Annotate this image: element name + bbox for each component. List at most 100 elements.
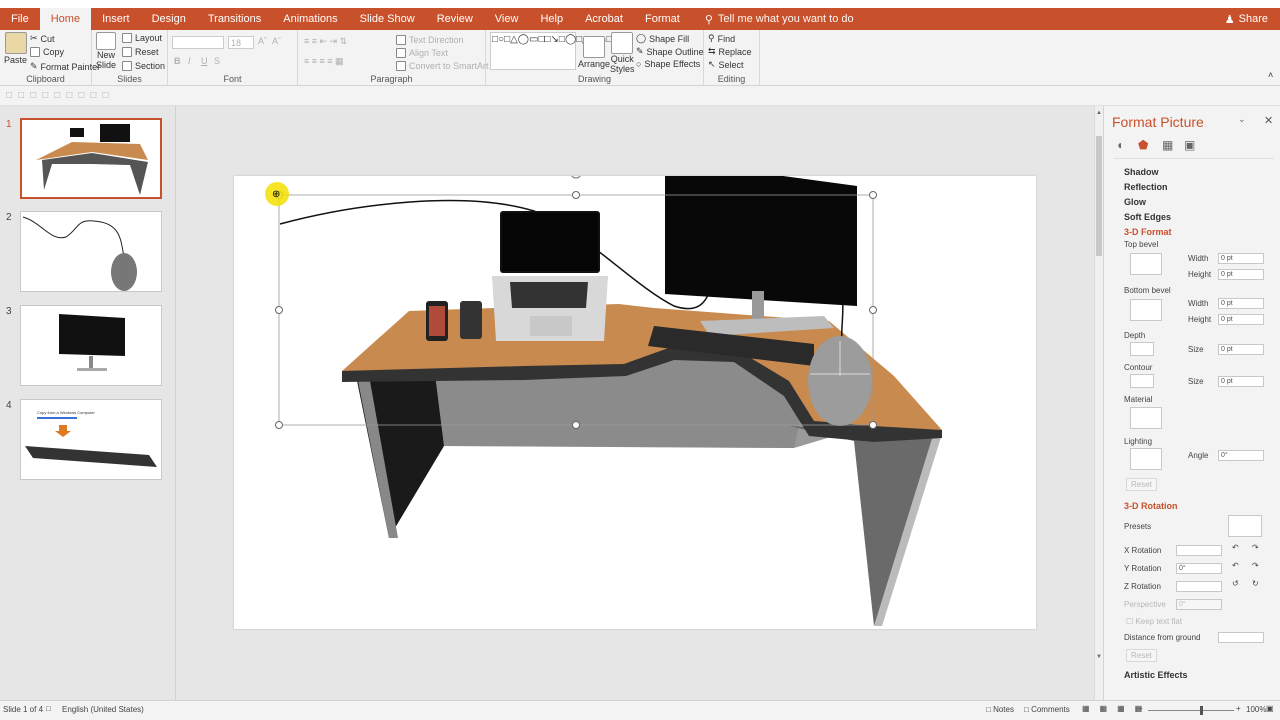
tab-slide-show[interactable]: Slide Show — [349, 8, 426, 30]
keep-text-flat-checkbox[interactable]: ☐ Keep text flat — [1126, 617, 1182, 626]
slide-thumb-4[interactable]: Copy from a Windows Computer — [20, 399, 162, 480]
collapse-ribbon-icon[interactable]: ˄ — [1268, 70, 1273, 80]
zoom-thumb[interactable] — [1200, 706, 1203, 715]
tab-home[interactable]: Home — [39, 8, 92, 30]
contour-color-dropdown[interactable] — [1130, 374, 1154, 388]
slide-canvas[interactable]: ⊕ — [234, 160, 1036, 629]
bold-button[interactable]: B — [174, 56, 181, 66]
tab-review[interactable]: Review — [426, 8, 484, 30]
zoom-slider[interactable] — [1148, 710, 1234, 711]
close-icon[interactable]: ✕ — [1264, 114, 1273, 127]
reflection-section[interactable]: Reflection — [1124, 182, 1168, 192]
lighting-dropdown[interactable] — [1130, 448, 1162, 470]
artistic-effects-section[interactable]: Artistic Effects — [1124, 670, 1188, 680]
comments-button[interactable]: □ Comments — [1024, 705, 1070, 714]
top-bevel-width-input[interactable]: 0 pt — [1218, 253, 1264, 264]
bullets-icon[interactable]: ≡ ≡ ⇤ ⇥ ⇅ — [304, 36, 347, 47]
slide-thumb-3[interactable] — [20, 305, 162, 386]
shrink-font-icon[interactable]: Aˇ — [272, 36, 281, 46]
z-rotation-input[interactable] — [1176, 581, 1222, 592]
tab-design[interactable]: Design — [141, 8, 197, 30]
new-slide-button[interactable]: New Slide — [96, 32, 116, 70]
notes-button[interactable]: □ Notes — [986, 705, 1014, 714]
perspective-input[interactable]: 0° — [1176, 599, 1222, 610]
zoom-in-icon[interactable]: + — [1236, 704, 1241, 713]
tab-acrobat[interactable]: Acrobat — [574, 8, 634, 30]
bottom-bevel-dropdown[interactable] — [1130, 299, 1162, 321]
fill-line-icon[interactable]: ◖ — [1116, 138, 1123, 152]
angle-input[interactable]: 0° — [1218, 450, 1264, 461]
distance-input[interactable] — [1218, 632, 1264, 643]
slide-thumb-2[interactable] — [20, 211, 162, 292]
font-name-box[interactable] — [172, 36, 224, 49]
font-size-box[interactable]: 18 — [228, 36, 254, 49]
convert-smartart-button[interactable]: Convert to SmartArt — [396, 61, 489, 71]
top-bevel-dropdown[interactable] — [1130, 253, 1162, 275]
shape-outline-button[interactable]: ✎ Shape Outline — [636, 46, 704, 57]
soft-edges-section[interactable]: Soft Edges — [1124, 212, 1171, 222]
language[interactable]: English (United States) — [62, 705, 144, 714]
italic-button[interactable]: I — [188, 56, 191, 66]
underline-button[interactable]: U — [201, 56, 208, 66]
bottom-bevel-height-input[interactable]: 0 pt — [1218, 314, 1264, 325]
3d-rotation-reset-button[interactable]: Reset — [1126, 649, 1157, 662]
tab-help[interactable]: Help — [529, 8, 574, 30]
spellcheck-icon[interactable]: □ — [46, 704, 51, 713]
text-direction-button[interactable]: Text Direction — [396, 35, 464, 45]
tab-view[interactable]: View — [484, 8, 530, 30]
tab-format[interactable]: Format — [634, 8, 691, 30]
depth-color-dropdown[interactable] — [1130, 342, 1154, 356]
layout-button[interactable]: Layout — [122, 33, 162, 43]
bottom-bevel-width-input[interactable]: 0 pt — [1218, 298, 1264, 309]
shadow-section[interactable]: Shadow — [1124, 167, 1159, 177]
glow-section[interactable]: Glow — [1124, 197, 1146, 207]
reset-button[interactable]: Reset — [122, 47, 159, 57]
paste-button[interactable]: Paste — [4, 32, 27, 65]
contour-size-input[interactable]: 0 pt — [1218, 376, 1264, 387]
arrange-button[interactable]: Arrange — [578, 36, 610, 69]
shapes-gallery[interactable]: □○□△◯▭□□↘□◯□△↖↘□□■ — [490, 32, 625, 70]
x-rotate-left-icon[interactable]: ↶ — [1232, 543, 1239, 552]
tab-insert[interactable]: Insert — [91, 8, 141, 30]
tab-animations[interactable]: Animations — [272, 8, 348, 30]
slide-thumb-1[interactable] — [20, 118, 162, 199]
share-button[interactable]: ♟ Share — [1225, 13, 1280, 26]
grow-font-icon[interactable]: Aˆ — [258, 36, 267, 46]
z-rotate-ccw-icon[interactable]: ↺ — [1232, 579, 1239, 588]
cut-button[interactable]: ✂ Cut — [30, 33, 55, 44]
editor-scrollbar[interactable]: ▲ ▼ — [1094, 106, 1103, 700]
align-icons[interactable]: ≡ ≡ ≡ ≡ ▦ — [304, 56, 344, 67]
y-rotate-up-icon[interactable]: ↶ — [1232, 561, 1239, 570]
tab-transitions[interactable]: Transitions — [197, 8, 272, 30]
align-text-button[interactable]: Align Text — [396, 48, 448, 58]
format-painter-button[interactable]: ✎ Format Painter — [30, 61, 100, 72]
effects-pentagon-icon[interactable]: ⬟ — [1138, 138, 1148, 152]
pane-options-icon[interactable]: ⌄ — [1238, 114, 1246, 125]
top-bevel-height-input[interactable]: 0 pt — [1218, 269, 1264, 280]
section-button[interactable]: Section — [122, 61, 165, 71]
shape-fill-button[interactable]: ◯ Shape Fill — [636, 33, 689, 44]
fit-slide-icon[interactable]: ▣ — [1266, 704, 1274, 713]
z-rotate-cw-icon[interactable]: ↻ — [1252, 579, 1259, 588]
find-button[interactable]: ⚲ Find — [708, 33, 735, 44]
depth-size-input[interactable]: 0 pt — [1218, 344, 1264, 355]
select-button[interactable]: ↖ Select — [708, 59, 744, 70]
zoom-level[interactable]: 100% — [1246, 705, 1266, 714]
quick-styles-button[interactable]: Quick Styles — [610, 32, 635, 74]
copy-button[interactable]: Copy — [30, 47, 64, 57]
y-rotate-down-icon[interactable]: ↷ — [1252, 561, 1259, 570]
material-dropdown[interactable] — [1130, 407, 1162, 429]
tab-file[interactable]: File — [0, 8, 40, 30]
x-rotate-right-icon[interactable]: ↷ — [1252, 543, 1259, 552]
strike-button[interactable]: S — [214, 56, 220, 66]
presets-dropdown[interactable] — [1228, 515, 1262, 537]
3d-format-reset-button[interactable]: Reset — [1126, 478, 1157, 491]
tell-me-box[interactable]: ⚲ Tell me what you want to do — [705, 13, 854, 26]
y-rotation-input[interactable]: 0° — [1176, 563, 1222, 574]
qa-icons[interactable]: □□□□□□□□□ — [6, 90, 114, 101]
3d-format-section[interactable]: 3-D Format — [1124, 227, 1172, 237]
3d-rotation-section[interactable]: 3-D Rotation — [1124, 501, 1178, 511]
x-rotation-input[interactable] — [1176, 545, 1222, 556]
shape-effects-button[interactable]: ○ Shape Effects — [636, 59, 700, 69]
picture-icon[interactable]: ▣ — [1184, 138, 1195, 152]
